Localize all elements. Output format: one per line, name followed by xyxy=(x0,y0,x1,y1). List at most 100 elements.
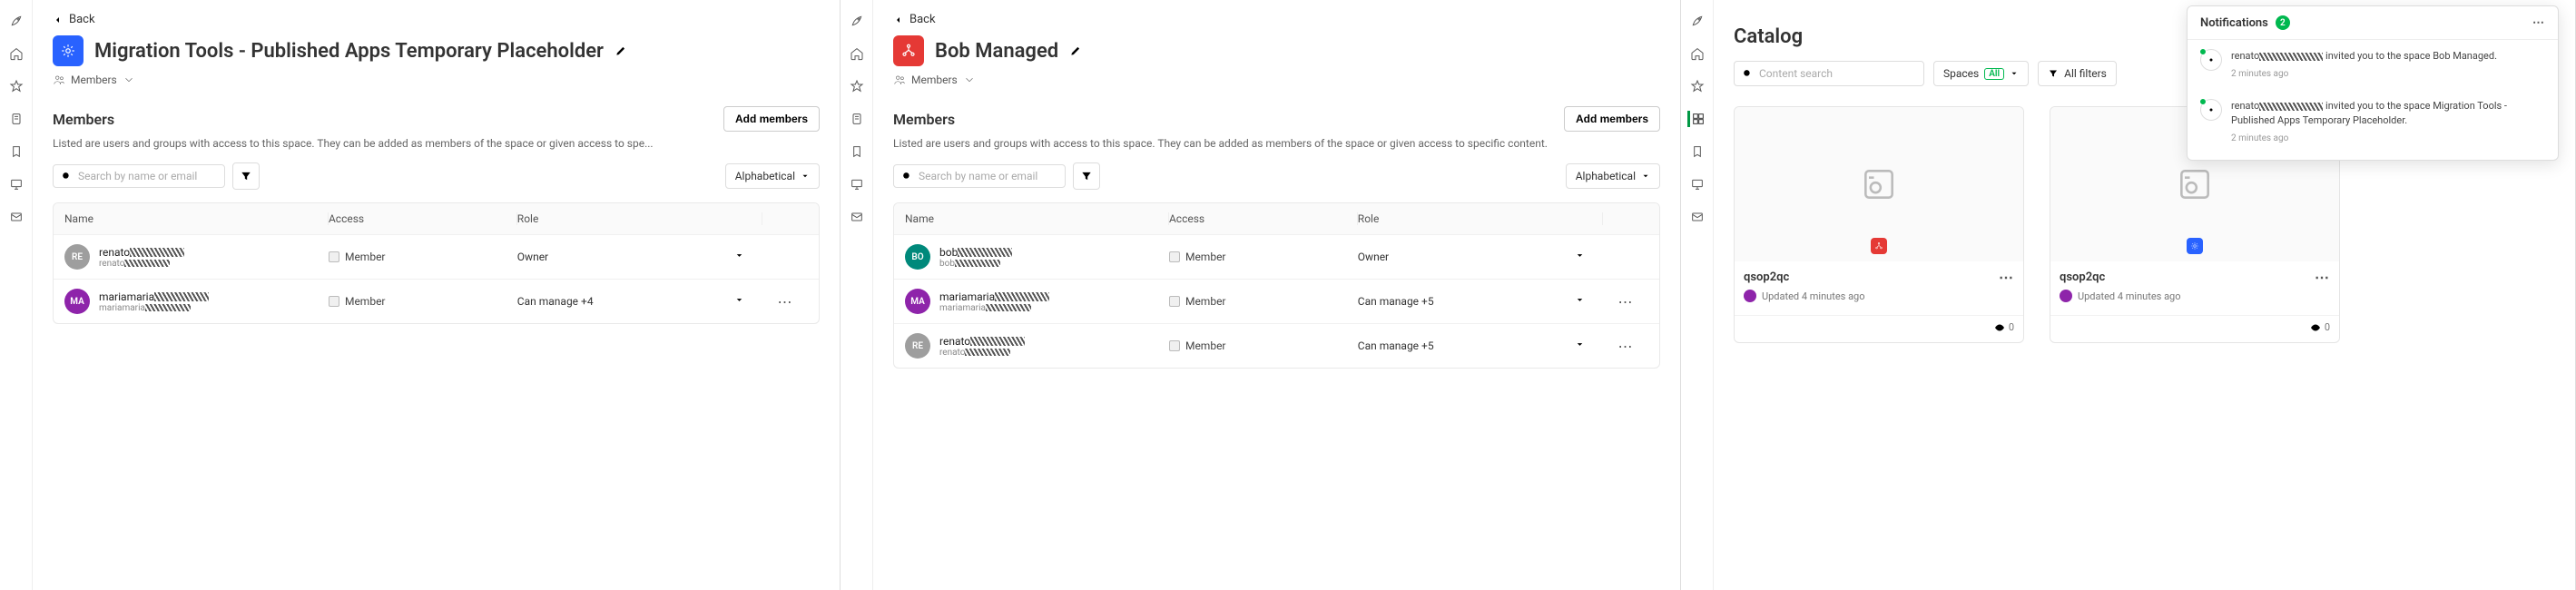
role-select[interactable]: Owner xyxy=(1358,251,1603,263)
content-search-input[interactable]: Content search xyxy=(1734,61,1924,86)
notification-item[interactable]: renato invited you to the space Bob Mana… xyxy=(2188,40,2558,90)
members-table: NameAccessRole BO bob bob Member xyxy=(893,202,1660,369)
eye-icon xyxy=(1994,322,2005,333)
all-filters-button[interactable]: All filters xyxy=(2038,61,2117,86)
user-name: renato xyxy=(939,335,1025,348)
chevron-down-icon xyxy=(1575,295,1585,308)
table-header: NameAccessRole xyxy=(894,203,1659,234)
user-name: mariamaria xyxy=(99,290,209,303)
rocket-icon[interactable] xyxy=(1689,13,1706,29)
star-icon[interactable] xyxy=(1689,78,1706,94)
avatar: MA xyxy=(905,289,930,314)
row-more-button[interactable]: ⋯ xyxy=(762,293,808,310)
chevron-down-icon xyxy=(801,172,810,181)
sort-dropdown[interactable]: Alphabetical xyxy=(1566,163,1660,189)
member-badge-icon xyxy=(1169,340,1180,351)
member-badge-icon xyxy=(329,296,339,307)
user-name: bob xyxy=(939,246,1012,259)
notification-item[interactable]: renato invited you to the space Migratio… xyxy=(2188,90,2558,154)
members-dropdown[interactable]: Members xyxy=(53,74,820,86)
add-members-button[interactable]: Add members xyxy=(1564,106,1660,132)
clipboard-icon[interactable] xyxy=(849,111,865,127)
spaces-filter[interactable]: Spaces All xyxy=(1933,61,2029,86)
user-sub: mariamaria xyxy=(99,303,209,313)
filter-icon xyxy=(1080,170,1093,182)
back-label: Back xyxy=(909,13,936,26)
avatar: RE xyxy=(905,333,930,359)
add-members-button[interactable]: Add members xyxy=(723,106,820,132)
card-more-button[interactable]: ⋯ xyxy=(1999,269,2014,286)
monitor-icon[interactable] xyxy=(8,176,25,192)
bookmark-icon[interactable] xyxy=(1689,143,1706,160)
row-more-button[interactable]: ⋯ xyxy=(1603,293,1648,310)
notifications-count: 2 xyxy=(2276,15,2290,30)
filter-icon xyxy=(2048,68,2059,79)
chevron-down-icon xyxy=(734,251,744,263)
card-views: 0 xyxy=(1735,315,2023,342)
member-badge-icon xyxy=(1169,251,1180,262)
back-link[interactable]: Back xyxy=(893,13,1660,26)
home-icon[interactable] xyxy=(8,45,25,62)
back-link[interactable]: Back xyxy=(53,13,820,26)
space-title: Bob Managed xyxy=(935,40,1058,63)
filter-button[interactable] xyxy=(1073,162,1100,190)
mail-icon[interactable] xyxy=(8,209,25,225)
home-icon[interactable] xyxy=(849,45,865,62)
chevron-down-icon xyxy=(1575,251,1585,263)
bookmark-icon[interactable] xyxy=(849,143,865,160)
pencil-icon[interactable] xyxy=(1069,44,1082,57)
role-select[interactable]: Owner xyxy=(517,251,762,263)
member-badge-icon xyxy=(329,251,339,262)
row-more-button[interactable]: ⋯ xyxy=(1603,338,1648,355)
rocket-icon[interactable] xyxy=(849,13,865,29)
table-row: MA mariamaria mariamaria Member Can mana… xyxy=(54,279,819,323)
star-icon[interactable] xyxy=(849,78,865,94)
star-icon[interactable] xyxy=(8,78,25,94)
bookmark-icon[interactable] xyxy=(8,143,25,160)
mail-icon[interactable] xyxy=(1689,209,1706,225)
section-title: Members xyxy=(53,111,114,128)
section-title: Members xyxy=(893,111,955,128)
app-icon xyxy=(1859,164,1899,204)
space-mini-icon xyxy=(1871,238,1887,254)
catalog-card[interactable]: qsop2qc ⋯ Updated 4 minutes ago 0 xyxy=(1734,106,2024,343)
members-table: NameAccessRole RE renato renato Member xyxy=(53,202,820,324)
mail-icon[interactable] xyxy=(849,209,865,225)
avatar xyxy=(1744,290,1756,302)
rocket-icon[interactable] xyxy=(8,13,25,29)
people-icon xyxy=(53,74,65,86)
card-thumbnail xyxy=(1735,107,2023,261)
search-input[interactable]: Search by name or email xyxy=(53,164,225,188)
user-sub: renato xyxy=(939,348,1025,358)
people-icon xyxy=(893,74,906,86)
card-views: 0 xyxy=(2050,315,2339,342)
access-cell: Member xyxy=(329,295,517,308)
avatar: MA xyxy=(64,289,90,314)
sort-dropdown[interactable]: Alphabetical xyxy=(725,163,820,189)
grid-icon[interactable] xyxy=(1687,111,1704,127)
gear-icon xyxy=(2200,99,2222,121)
monitor-icon[interactable] xyxy=(849,176,865,192)
card-more-button[interactable]: ⋯ xyxy=(2315,269,2330,286)
notifications-more-button[interactable]: ⋯ xyxy=(2532,16,2545,30)
role-select[interactable]: Can manage +5 xyxy=(1358,295,1603,308)
table-row: MA mariamaria mariamaria Member Can mana… xyxy=(894,279,1659,323)
card-meta: Updated 4 minutes ago xyxy=(1762,290,1865,302)
app-icon xyxy=(2175,164,2215,204)
access-cell: Member xyxy=(1169,251,1358,263)
home-icon[interactable] xyxy=(1689,45,1706,62)
space-icon xyxy=(893,35,924,66)
role-select[interactable]: Can manage +4 xyxy=(517,295,762,308)
filter-button[interactable] xyxy=(232,162,260,190)
clipboard-icon[interactable] xyxy=(8,111,25,127)
role-select[interactable]: Can manage +5 xyxy=(1358,339,1603,352)
members-dropdown[interactable]: Members xyxy=(893,74,1660,86)
monitor-icon[interactable] xyxy=(1689,176,1706,192)
pencil-icon[interactable] xyxy=(615,44,627,57)
space-mini-icon xyxy=(2187,238,2203,254)
member-badge-icon xyxy=(1169,296,1180,307)
table-row: BO bob bob Member Owner xyxy=(894,234,1659,279)
search-icon xyxy=(1742,68,1754,80)
avatar: RE xyxy=(64,244,90,270)
search-input[interactable]: Search by name or email xyxy=(893,164,1066,188)
